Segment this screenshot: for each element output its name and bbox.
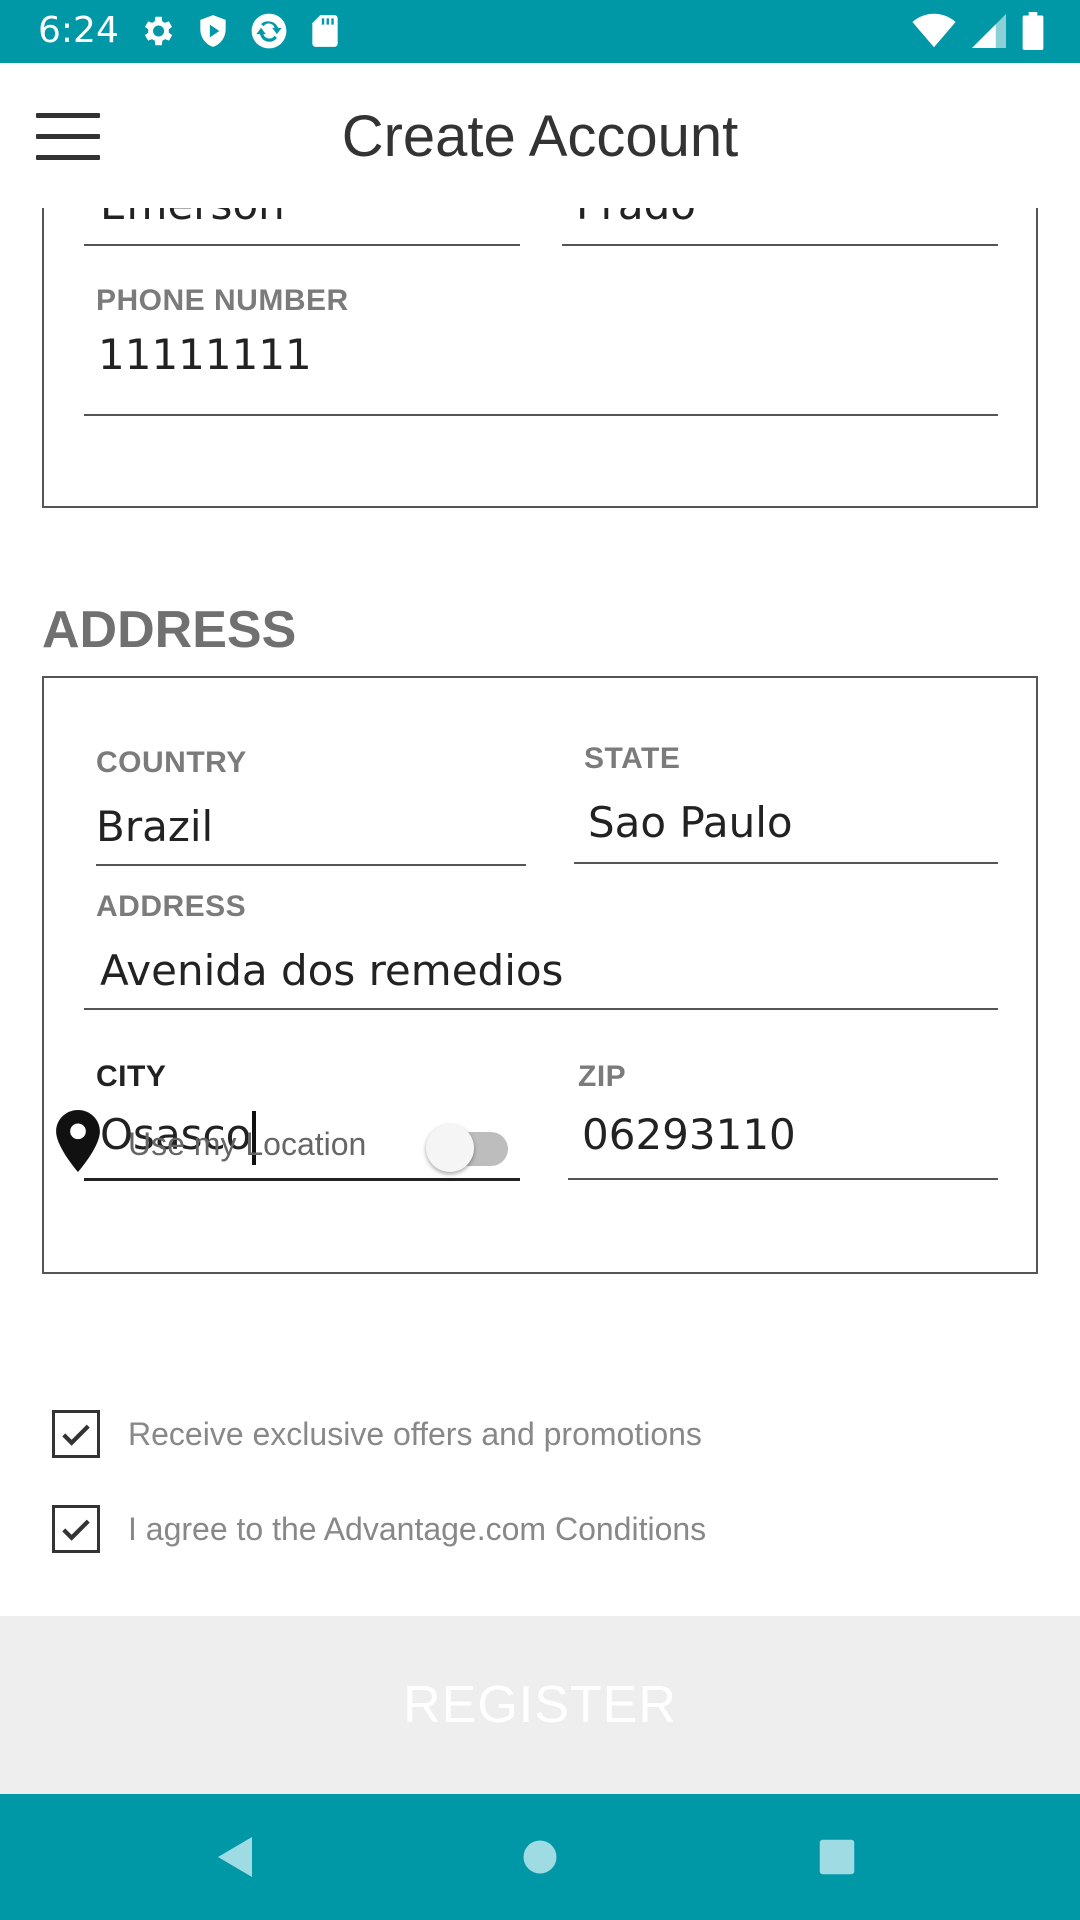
city-label: CITY bbox=[96, 1060, 167, 1093]
conditions-label: I agree to the Advantage.com Conditions bbox=[128, 1511, 707, 1547]
account-details-box: Emerson Prado PHONE NUMBER 11111111 bbox=[42, 208, 1038, 508]
first-name-underline bbox=[84, 244, 520, 246]
recents-icon[interactable] bbox=[814, 1832, 874, 1882]
status-bar: 6:24 bbox=[0, 0, 1080, 63]
phone-label: PHONE NUMBER bbox=[96, 284, 349, 317]
toggle-thumb bbox=[426, 1124, 474, 1172]
first-name-field[interactable]: Emerson bbox=[100, 208, 285, 229]
page-title: Create Account bbox=[341, 104, 739, 169]
register-button[interactable]: REGISTER bbox=[0, 1616, 1080, 1794]
offers-label: Receive exclusive offers and promotions bbox=[128, 1416, 702, 1452]
address-box: COUNTRY Brazil STATE Sao Paulo ADDRESS A… bbox=[42, 676, 1038, 1274]
checkmark-icon bbox=[62, 1519, 90, 1541]
country-field[interactable]: Brazil bbox=[96, 802, 213, 851]
status-time: 6:24 bbox=[38, 10, 119, 51]
location-toggle[interactable] bbox=[426, 1124, 510, 1172]
location-label: Use my Location bbox=[128, 1126, 367, 1162]
status-system-icons bbox=[912, 12, 1044, 55]
shield-icon bbox=[194, 12, 232, 50]
use-location-row: Use my Location bbox=[56, 1110, 1036, 1180]
battery-icon bbox=[1022, 12, 1044, 55]
sync-icon bbox=[250, 12, 288, 50]
conditions-row: I agree to the Advantage.com Conditions bbox=[52, 1505, 1032, 1561]
location-pin-icon bbox=[56, 1110, 100, 1172]
offers-checkbox[interactable] bbox=[52, 1410, 100, 1458]
state-underline bbox=[574, 862, 998, 864]
checkmark-icon bbox=[62, 1424, 90, 1446]
phone-field[interactable]: 11111111 bbox=[98, 330, 312, 379]
offers-row: Receive exclusive offers and promotions bbox=[52, 1410, 1032, 1466]
address-underline bbox=[84, 1008, 998, 1010]
country-label: COUNTRY bbox=[96, 746, 247, 779]
zip-label: ZIP bbox=[578, 1060, 627, 1093]
signal-icon bbox=[972, 13, 1006, 54]
sd-card-icon bbox=[306, 12, 344, 50]
home-icon[interactable] bbox=[518, 1832, 578, 1882]
state-label: STATE bbox=[584, 742, 681, 775]
register-bar: REGISTER bbox=[0, 1616, 1080, 1794]
address-label: ADDRESS bbox=[96, 890, 247, 923]
last-name-field[interactable]: Prado bbox=[576, 208, 696, 229]
app-bar: Create Account bbox=[0, 63, 1080, 208]
wifi-icon bbox=[912, 13, 956, 54]
country-underline bbox=[96, 864, 526, 866]
gear-icon bbox=[138, 12, 176, 50]
back-icon[interactable] bbox=[212, 1832, 272, 1882]
conditions-checkbox[interactable] bbox=[52, 1505, 100, 1553]
system-nav-bar bbox=[0, 1794, 1080, 1920]
status-notification-icons bbox=[138, 12, 344, 50]
last-name-underline bbox=[562, 244, 998, 246]
address-field[interactable]: Avenida dos remedios bbox=[100, 946, 563, 995]
address-section-title: ADDRESS bbox=[42, 601, 297, 659]
form-content[interactable]: Emerson Prado PHONE NUMBER 11111111 ADDR… bbox=[0, 208, 1080, 1616]
phone-underline bbox=[84, 414, 998, 416]
state-field[interactable]: Sao Paulo bbox=[588, 798, 793, 847]
